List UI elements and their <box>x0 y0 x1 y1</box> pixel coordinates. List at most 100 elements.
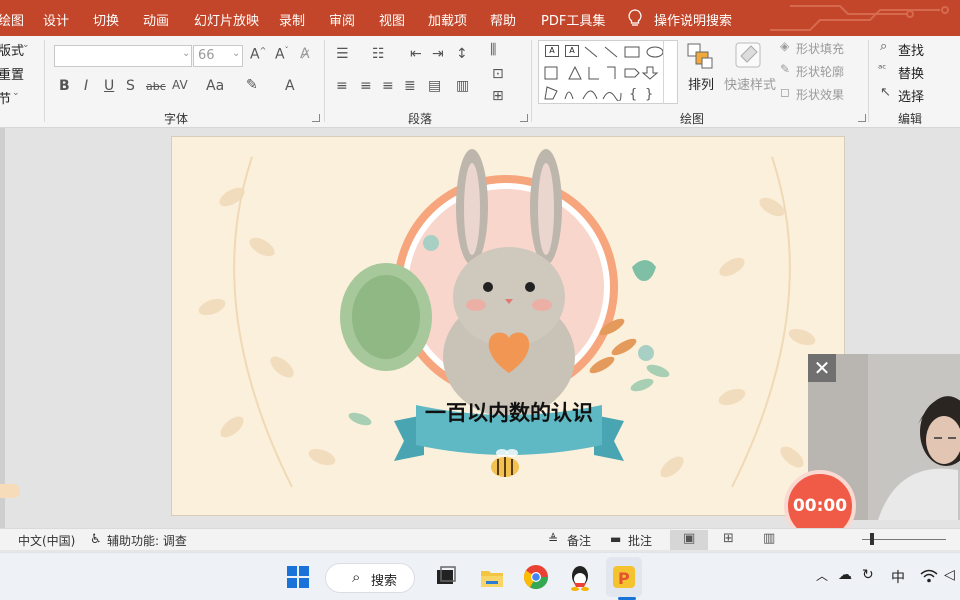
shrink-font-icon[interactable]: Aˇ <box>275 46 289 63</box>
task-view-icon[interactable] <box>432 563 460 591</box>
tab-slideshow[interactable]: 幻灯片放映 <box>194 10 259 29</box>
tab-transitions[interactable]: 切换 <box>93 10 119 29</box>
chevron-down-icon[interactable]: ⌄ <box>182 48 190 59</box>
grow-font-icon[interactable]: A^ <box>250 46 266 63</box>
recorder-app-icon[interactable]: P <box>610 563 638 591</box>
file-explorer-icon[interactable] <box>478 563 506 591</box>
justify-icon[interactable]: ≣ <box>404 78 416 94</box>
thumbnail-peek[interactable] <box>0 484 20 498</box>
accessibility-status[interactable]: 辅助功能: 调查 <box>107 532 187 549</box>
italic-icon[interactable]: I <box>84 78 88 94</box>
divider <box>44 40 45 122</box>
divider <box>324 40 325 122</box>
tab-pdf-tools[interactable]: PDF工具集 <box>541 10 605 29</box>
tab-draw[interactable]: 绘图 <box>0 10 24 29</box>
reading-view-button[interactable]: ▥ <box>750 530 788 550</box>
tab-review[interactable]: 审阅 <box>329 10 355 29</box>
vertical-textbox-shape-icon[interactable]: A <box>565 45 579 57</box>
paragraph-dialog-launcher-icon[interactable] <box>520 114 528 122</box>
thumbnail-pane-edge[interactable] <box>0 128 5 528</box>
font-size-input[interactable]: 66 ⌄ <box>193 45 243 67</box>
smartart-icon[interactable]: ⊞ <box>492 88 504 104</box>
slide-title[interactable]: 一百以内数的认识 <box>172 397 844 427</box>
distributed-icon[interactable]: ▤ <box>428 78 441 94</box>
drawing-dialog-launcher-icon[interactable] <box>858 114 866 122</box>
slide-canvas[interactable]: 一百以内数的认识 <box>171 136 845 516</box>
zoom-slider-thumb[interactable] <box>870 533 874 545</box>
quick-styles-icon[interactable] <box>733 40 765 72</box>
bold-icon[interactable]: B <box>59 78 70 94</box>
align-text-icon[interactable]: ⊡ <box>492 66 504 82</box>
text-direction-icon[interactable]: ⫼ <box>490 42 496 58</box>
divider <box>868 40 869 122</box>
char-spacing-icon[interactable]: AV <box>172 78 188 92</box>
ribbon-tab-bar: 绘图 设计 切换 动画 幻灯片放映 录制 审阅 视图 加载项 帮助 PDF工具集… <box>0 0 960 36</box>
replace-icon: ᵃᶜ <box>878 62 887 75</box>
numbering-icon[interactable]: ☷ <box>372 46 385 62</box>
taskbar-search[interactable]: ⌕ 搜索 <box>325 563 415 593</box>
qq-icon[interactable] <box>566 563 594 591</box>
sync-icon[interactable]: ↻ <box>862 567 874 583</box>
comments-button[interactable]: 批注 <box>628 532 652 549</box>
ime-indicator[interactable]: 中 <box>891 567 905 587</box>
shadow-text-icon[interactable]: S <box>126 78 135 94</box>
highlight-icon[interactable]: ✎ <box>246 77 258 93</box>
shape-effects-button[interactable]: 形状效果 <box>796 86 844 103</box>
font-color-icon[interactable]: A <box>285 78 295 94</box>
find-button[interactable]: 查找 <box>898 40 924 59</box>
windows-start-icon[interactable] <box>284 563 312 591</box>
line-spacing-icon[interactable]: ↕ <box>456 46 468 62</box>
align-left-icon[interactable]: ≡ <box>336 78 348 94</box>
normal-view-button[interactable]: ▣ <box>670 530 708 550</box>
notes-button[interactable]: 备注 <box>567 532 591 549</box>
tell-me-search[interactable]: 操作说明搜索 <box>654 10 732 29</box>
chevron-down-icon[interactable]: ⌄ <box>232 48 240 59</box>
strikethrough-icon[interactable]: abc <box>146 80 166 93</box>
chrome-icon[interactable] <box>522 563 550 591</box>
change-case-icon[interactable]: Aa <box>206 78 224 94</box>
quick-styles-button[interactable]: 快速样式 <box>724 74 776 93</box>
shapes-gallery[interactable]: A A { } <box>538 40 678 104</box>
replace-button[interactable]: 替换 <box>898 63 924 82</box>
align-center-icon[interactable]: ≡ <box>360 78 372 94</box>
zoom-slider[interactable] <box>862 539 946 540</box>
select-button[interactable]: 选择 <box>898 86 924 105</box>
columns-icon[interactable]: ▥ <box>456 78 469 94</box>
section-button[interactable]: 节 <box>0 88 11 107</box>
shape-fill-button[interactable]: 形状填充 <box>796 40 844 57</box>
cloud-icon[interactable]: ☁ <box>838 567 852 583</box>
textbox-shape-icon[interactable]: A <box>545 45 559 57</box>
volume-icon[interactable]: ◁ <box>944 567 955 583</box>
tab-animations[interactable]: 动画 <box>143 10 169 29</box>
basic-shapes-icon[interactable] <box>543 65 661 81</box>
tab-help[interactable]: 帮助 <box>490 10 516 29</box>
freeform-shapes-icon[interactable]: { } <box>543 85 661 101</box>
decrease-indent-icon[interactable]: ⇤ <box>410 46 422 62</box>
arrange-icon[interactable] <box>686 42 716 70</box>
increase-indent-icon[interactable]: ⇥ <box>432 46 444 62</box>
paint-bucket-icon: ◈ <box>780 39 790 53</box>
wifi-icon[interactable] <box>920 567 938 585</box>
line-shapes-icon[interactable] <box>583 45 673 59</box>
language-indicator[interactable]: 中文(中国) <box>18 532 75 549</box>
shape-outline-button[interactable]: 形状轮廓 <box>796 63 844 80</box>
slide-sorter-button[interactable]: ⊞ <box>710 530 748 550</box>
font-name-input[interactable] <box>54 45 192 67</box>
close-icon[interactable]: ✕ <box>808 354 836 382</box>
gallery-scroll[interactable] <box>663 41 678 104</box>
underline-icon[interactable]: U <box>104 78 114 94</box>
tab-addins[interactable]: 加载项 <box>428 10 467 29</box>
reset-button[interactable]: 重置 <box>0 64 24 83</box>
font-dialog-launcher-icon[interactable] <box>312 114 320 122</box>
align-right-icon[interactable]: ≡ <box>382 78 394 94</box>
tab-record[interactable]: 录制 <box>279 10 305 29</box>
circuit-decoration <box>770 5 949 31</box>
tab-view[interactable]: 视图 <box>379 10 405 29</box>
bullets-icon[interactable]: ☰ <box>336 46 349 62</box>
arrange-button[interactable]: 排列 <box>688 74 714 93</box>
tab-design[interactable]: 设计 <box>43 10 69 29</box>
layout-button[interactable]: 版式 <box>0 40 24 59</box>
clear-format-icon[interactable]: A̷ <box>300 46 310 62</box>
chevron-up-icon[interactable]: ︿ <box>816 567 828 584</box>
lightbulb-icon <box>628 9 642 26</box>
